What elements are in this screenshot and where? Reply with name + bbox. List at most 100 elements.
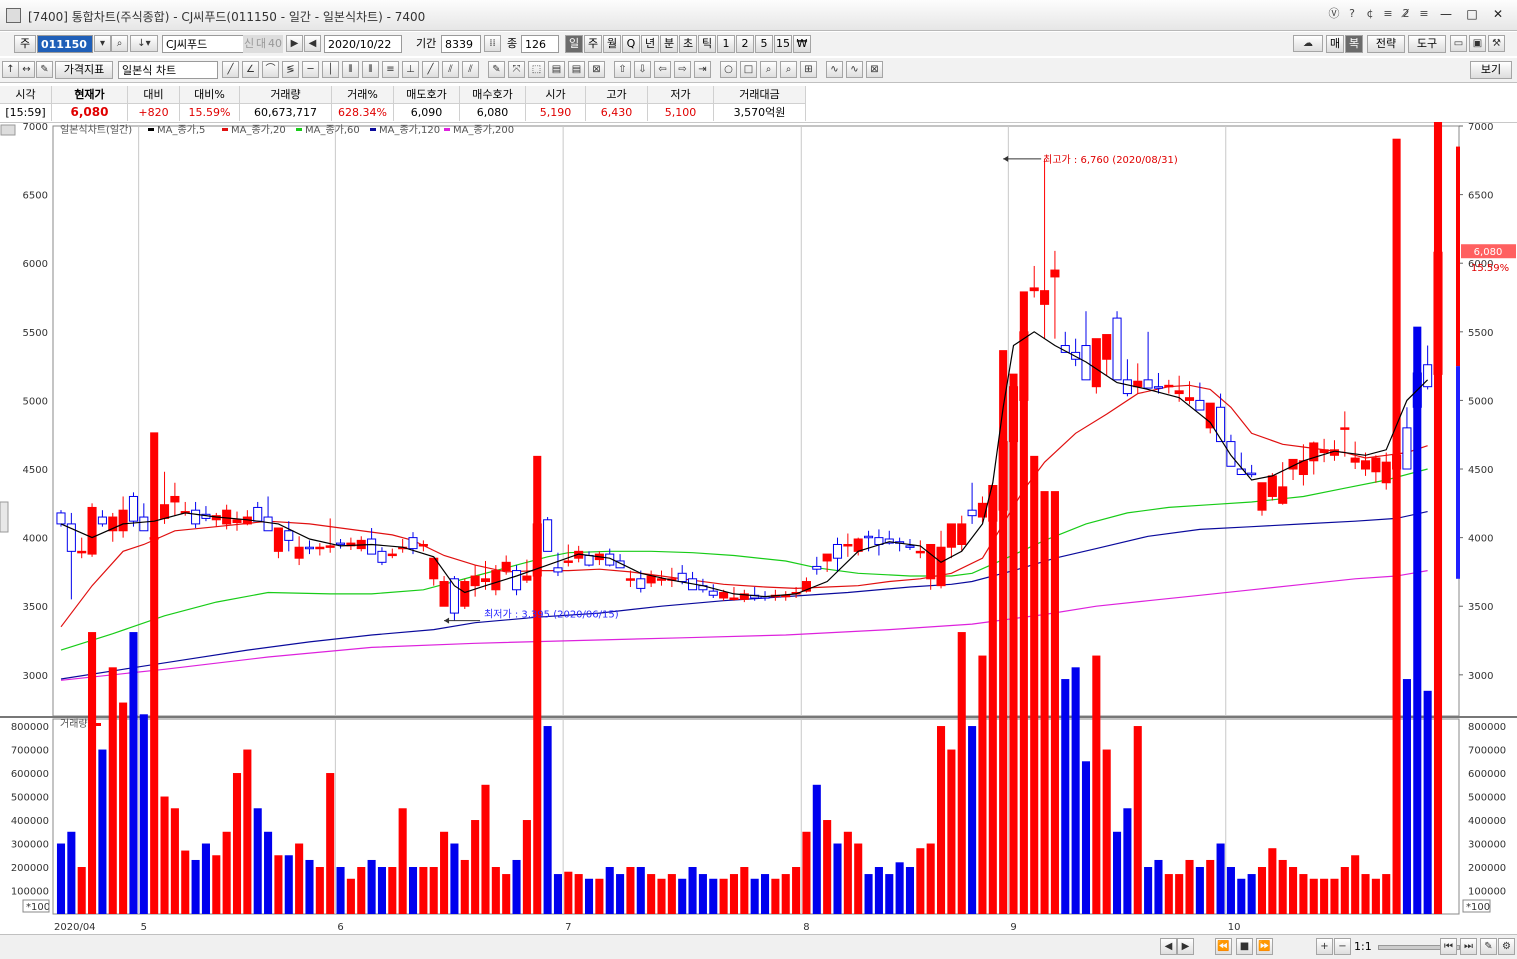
wave-alt-icon[interactable]: ∿	[846, 61, 863, 78]
interval-button[interactable]: 월	[603, 35, 621, 53]
rectangle-icon[interactable]: □	[740, 61, 757, 78]
first-icon[interactable]: ⏮	[1440, 938, 1457, 955]
shape-icon[interactable]: ⤧	[508, 61, 525, 78]
interval-button[interactable]: 분	[660, 35, 678, 53]
code-dropdown-icon[interactable]: ▾	[94, 35, 111, 52]
interval-button[interactable]: ₩	[793, 35, 811, 53]
volume-bar	[88, 632, 97, 914]
cloud-icon[interactable]: ☁	[1293, 35, 1323, 52]
settings-icon[interactable]: ≡	[1381, 6, 1395, 22]
zoom-in-icon[interactable]: +	[1316, 938, 1333, 955]
trend-line-icon[interactable]: ╱	[222, 61, 239, 78]
interval-button[interactable]: 1	[717, 35, 735, 53]
fast-forward-icon[interactable]: ⏩	[1256, 938, 1273, 955]
sort-icon[interactable]: ↓▾	[130, 35, 158, 52]
ray-icon[interactable]: ╱	[422, 61, 439, 78]
interval-button[interactable]: 초	[679, 35, 697, 53]
arrow-up-icon[interactable]: ⇧	[614, 61, 631, 78]
cycle-lines-icon[interactable]: ⦀	[362, 61, 379, 78]
compound-button[interactable]: 복	[1345, 35, 1363, 53]
stop-icon[interactable]: ■	[1236, 938, 1253, 955]
open-icon[interactable]: ▭	[1450, 35, 1467, 52]
interval-button[interactable]: 15	[774, 35, 792, 53]
market-select-button[interactable]: 주	[14, 35, 36, 53]
arc-icon[interactable]: ⌒	[262, 61, 279, 78]
chart-type-select[interactable]: 일본식 차트	[118, 61, 218, 79]
indicator-button[interactable]: 가격지표	[55, 61, 113, 79]
eraser-icon[interactable]: ⬚	[528, 61, 545, 78]
interval-button[interactable]: 주	[584, 35, 602, 53]
arrow-jump-icon[interactable]: ⇥	[694, 61, 711, 78]
color-icon[interactable]: ¢	[1363, 6, 1377, 22]
volume-bar	[1164, 874, 1173, 914]
help-icon[interactable]: ?	[1345, 6, 1359, 22]
zoom-icon[interactable]: ⌕	[760, 61, 777, 78]
crosshair-icon[interactable]: ⊞	[800, 61, 817, 78]
side-collapse-handle	[0, 501, 9, 533]
horizontal-arrows-icon[interactable]: ↔	[18, 61, 35, 78]
next-play-icon[interactable]: ▶	[286, 35, 303, 52]
edit-icon[interactable]: ✎	[36, 61, 53, 78]
scroll-left-icon[interactable]: ◀	[1160, 938, 1177, 955]
link-count-icon[interactable]: 2̸	[1399, 6, 1413, 22]
clear-icon[interactable]: ⊠	[866, 61, 883, 78]
candle-body	[1360, 460, 1371, 470]
wrench-icon[interactable]: ⚒	[1488, 35, 1505, 52]
volume-bar	[160, 796, 169, 914]
maximize-button[interactable]: □	[1461, 6, 1483, 22]
vertical-line-icon[interactable]: │	[322, 61, 339, 78]
stock-chart[interactable]: 2020/04 5 6 7 8 9 10 3000 3000 3500 3500 4000 4000 45…	[0, 122, 1517, 934]
view-button[interactable]: 보기	[1470, 61, 1512, 79]
close-button[interactable]: ✕	[1487, 6, 1509, 22]
zoom-out-icon[interactable]: −	[1334, 938, 1351, 955]
scroll-right-icon[interactable]: ▶	[1177, 938, 1194, 955]
fan-icon[interactable]: ≶	[282, 61, 299, 78]
buy-button[interactable]: 매	[1326, 35, 1344, 53]
settings-chart-icon[interactable]: ⚙	[1498, 938, 1515, 955]
strategy-button[interactable]: 전략	[1367, 35, 1405, 53]
rewind-icon[interactable]: ⏪	[1215, 938, 1232, 955]
pencil-icon[interactable]: ✎	[488, 61, 505, 78]
stock-code-input[interactable]: 011150	[37, 35, 93, 53]
up-arrow-icon[interactable]: ↑	[2, 61, 19, 78]
horizontal-line-icon[interactable]: ─	[302, 61, 319, 78]
edit-chart-icon[interactable]: ✎	[1480, 938, 1497, 955]
save-icon[interactable]: ▣	[1469, 35, 1486, 52]
grid-lines-icon[interactable]: ⦀	[342, 61, 359, 78]
minimize-button[interactable]: —	[1435, 6, 1457, 22]
arrow-right-icon[interactable]: ⇨	[674, 61, 691, 78]
zoom-area-icon[interactable]: ⌕	[780, 61, 797, 78]
circle-icon[interactable]: ○	[720, 61, 737, 78]
angle-line-icon[interactable]: ∠	[242, 61, 259, 78]
volume-bar	[129, 632, 138, 914]
parallel-icon[interactable]: ⫽	[442, 61, 459, 78]
arrow-down-icon[interactable]: ⇩	[634, 61, 651, 78]
menu-icon[interactable]: ≡	[1417, 6, 1431, 22]
interval-button[interactable]: 틱	[698, 35, 716, 53]
frame-icon[interactable]: ⊠	[588, 61, 605, 78]
tools-button[interactable]: 도구	[1408, 35, 1446, 53]
volume-bar	[688, 867, 697, 914]
note-icon[interactable]: ▤	[548, 61, 565, 78]
interval-button[interactable]: 년	[641, 35, 659, 53]
arrow-left-icon[interactable]: ⇦	[654, 61, 671, 78]
interval-button[interactable]: 2	[736, 35, 754, 53]
prev-icon[interactable]: ◀	[304, 35, 321, 52]
grid-icon[interactable]: ⁞⁞	[484, 35, 501, 52]
count-input[interactable]: 126	[521, 35, 559, 53]
parallel-lines-icon[interactable]: ⫽	[462, 61, 479, 78]
gann-icon[interactable]: ⊥	[402, 61, 419, 78]
interval-button[interactable]: 일	[565, 35, 583, 53]
volume-tick-right: 800000	[1468, 722, 1506, 733]
wave-icon[interactable]: ∿	[826, 61, 843, 78]
link-icon[interactable]: Ⓥ	[1327, 6, 1341, 22]
channel-icon[interactable]: ≡	[382, 61, 399, 78]
interval-button[interactable]: 5	[755, 35, 773, 53]
legend-label: MA_종가,60	[305, 124, 360, 136]
last-icon[interactable]: ⏭	[1460, 938, 1477, 955]
search-icon[interactable]: ⌕	[111, 35, 128, 52]
interval-button[interactable]: Q	[622, 35, 640, 53]
note-edit-icon[interactable]: ▤	[568, 61, 585, 78]
date-input[interactable]: 2020/10/22	[324, 35, 402, 53]
period-input[interactable]: 8339	[441, 35, 481, 53]
